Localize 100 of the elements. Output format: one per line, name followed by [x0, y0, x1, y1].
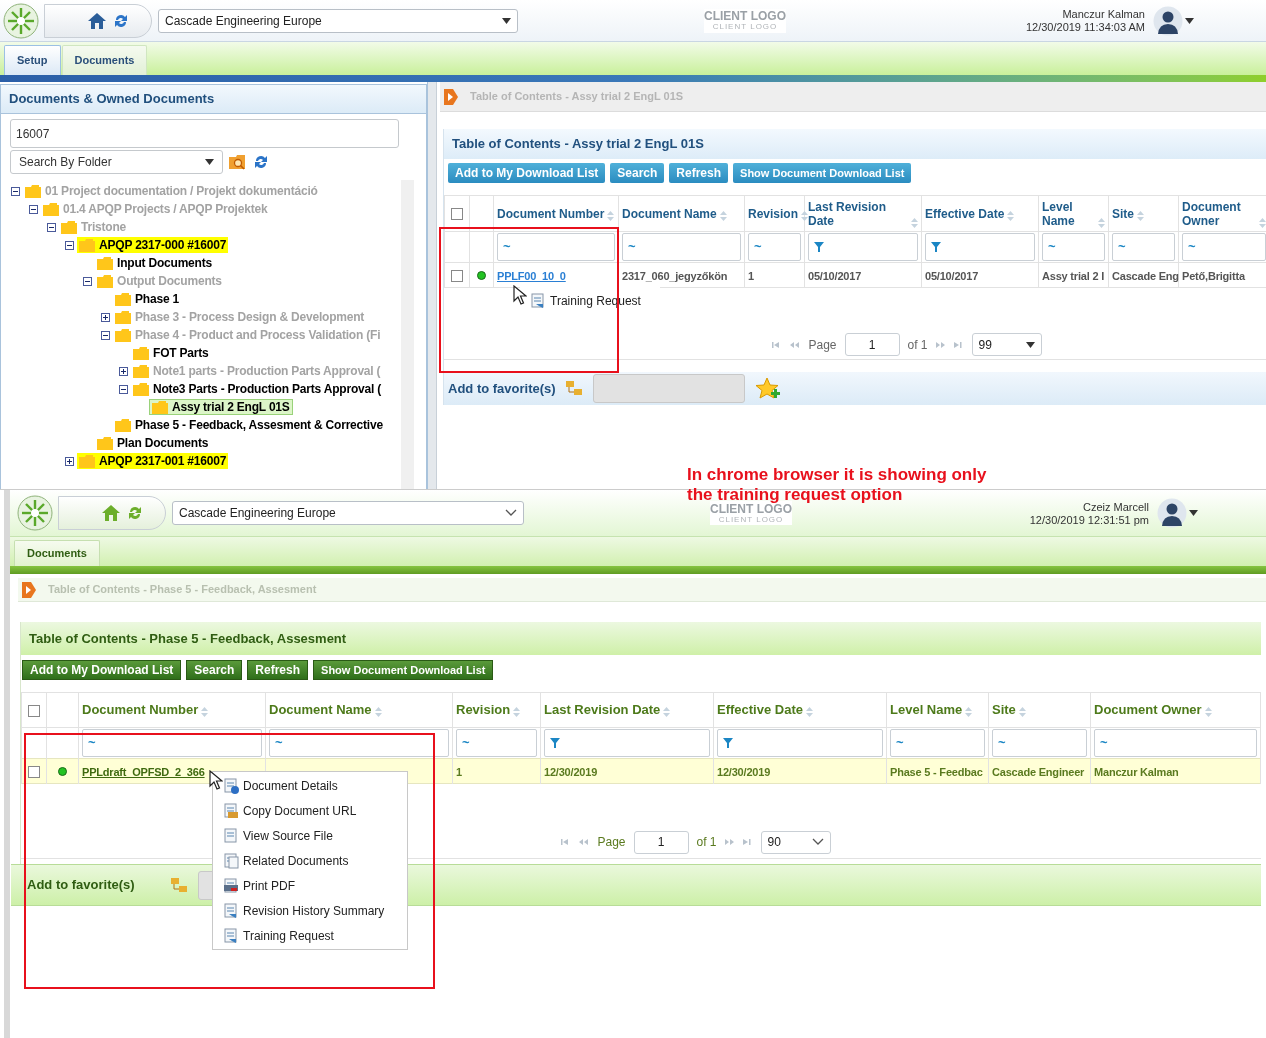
menu-item[interactable]: Print PDF: [213, 873, 407, 898]
filter-field[interactable]: ~: [1094, 729, 1257, 757]
next-page-icon[interactable]: [935, 340, 946, 349]
expand-icon[interactable]: [119, 366, 128, 376]
menu-item[interactable]: View Source File: [213, 823, 407, 848]
expand-icon[interactable]: [101, 312, 110, 322]
search-folder-icon[interactable]: [229, 154, 247, 170]
filter-field[interactable]: [544, 729, 710, 757]
tree-item[interactable]: APQP 2317-000 #16007: [77, 237, 229, 253]
toolbar-button[interactable]: Show Document Download List: [313, 660, 494, 680]
menu-item[interactable]: Copy Document URL: [213, 798, 407, 823]
filter-field[interactable]: ~: [497, 233, 615, 261]
page-size-dropdown[interactable]: 90: [760, 830, 831, 854]
toolbar-button[interactable]: Show Document Download List: [733, 163, 912, 183]
filter-field[interactable]: [925, 233, 1035, 261]
user-avatar-icon[interactable]: [1153, 5, 1183, 36]
search-by-dropdown[interactable]: Search By Folder: [10, 150, 223, 174]
sort-icon[interactable]: [1018, 707, 1026, 717]
star-plus-icon[interactable]: [754, 376, 781, 401]
last-page-icon[interactable]: [742, 838, 753, 846]
sort-icon[interactable]: [1204, 707, 1212, 717]
page-number-field[interactable]: 1: [844, 333, 900, 356]
sort-icon[interactable]: [374, 707, 382, 717]
sort-icon[interactable]: [1098, 217, 1105, 228]
menu-item[interactable]: Related Documents: [213, 848, 407, 873]
tab[interactable]: Documents: [14, 540, 100, 566]
toolbar-button[interactable]: Add to My Download List: [22, 660, 182, 680]
checkbox[interactable]: [28, 765, 40, 778]
column-header[interactable]: Site: [992, 703, 1016, 717]
menu-item[interactable]: Revision History Summary: [213, 898, 407, 923]
sort-icon[interactable]: [1137, 210, 1144, 221]
filter-field[interactable]: ~: [456, 729, 537, 757]
sort-icon[interactable]: [513, 707, 521, 717]
refresh-icon[interactable]: [127, 505, 143, 521]
filter-field[interactable]: ~: [269, 729, 449, 757]
expand-icon[interactable]: [65, 456, 74, 466]
collapse-icon[interactable]: [65, 240, 74, 250]
page-number-field[interactable]: 1: [633, 830, 689, 854]
filter-field[interactable]: [808, 233, 918, 261]
company-dropdown[interactable]: Cascade Engineering Europe: [172, 501, 524, 525]
collapse-icon[interactable]: [83, 276, 92, 286]
sort-icon[interactable]: [607, 210, 615, 221]
scrollbar[interactable]: [4, 490, 10, 1038]
checkbox[interactable]: [28, 704, 40, 717]
sort-icon[interactable]: [1259, 217, 1266, 228]
collapse-icon[interactable]: [101, 330, 110, 340]
sort-icon[interactable]: [965, 707, 973, 717]
sort-icon[interactable]: [663, 707, 671, 717]
column-header[interactable]: Site: [1112, 206, 1134, 221]
page-size-dropdown[interactable]: 99: [971, 333, 1042, 356]
sort-icon[interactable]: [201, 707, 209, 717]
tree-item[interactable]: FOT Parts: [131, 345, 211, 361]
search-field[interactable]: 16007: [10, 119, 399, 148]
tree-item[interactable]: Phase 1: [113, 291, 181, 307]
filter-field[interactable]: ~: [1182, 233, 1266, 261]
logo-icon[interactable]: [3, 2, 39, 39]
sort-icon[interactable]: [1007, 210, 1015, 221]
folder-tree-icon[interactable]: [171, 877, 188, 893]
toolbar-button[interactable]: Refresh: [669, 163, 729, 183]
menu-item[interactable]: Training Request: [213, 923, 407, 948]
toolbar-button[interactable]: Search: [186, 660, 243, 680]
tree-item[interactable]: Note3 Parts - Production Parts Approval (: [131, 381, 384, 397]
tree-item[interactable]: Plan Documents: [95, 435, 211, 451]
document-link[interactable]: PPLF00_10_0: [497, 270, 566, 282]
refresh-icon[interactable]: [113, 12, 129, 29]
collapse-icon[interactable]: [47, 222, 56, 232]
previous-page-icon[interactable]: [579, 838, 590, 846]
filter-field[interactable]: [717, 729, 883, 757]
filter-field[interactable]: ~: [1112, 233, 1175, 261]
home-icon[interactable]: [87, 11, 107, 30]
tab[interactable]: Setup: [4, 45, 61, 75]
favorite-name-field[interactable]: [592, 374, 745, 403]
collapse-icon[interactable]: [119, 384, 128, 394]
splitter[interactable]: [428, 82, 437, 489]
sort-icon[interactable]: [911, 217, 918, 228]
folder-tree-icon[interactable]: [565, 381, 583, 396]
collapse-icon[interactable]: [29, 204, 38, 214]
toolbar-button[interactable]: Search: [610, 163, 665, 183]
previous-page-icon[interactable]: [790, 340, 801, 349]
document-link[interactable]: PPLdraft_OPFSD_2_366: [82, 766, 205, 778]
checkbox[interactable]: [451, 269, 463, 282]
breadcrumb-icon[interactable]: [444, 88, 458, 105]
toolbar-button[interactable]: Refresh: [247, 660, 309, 680]
sort-icon[interactable]: [801, 210, 808, 221]
user-avatar-icon[interactable]: [1157, 498, 1187, 528]
toolbar-button[interactable]: Add to My Download List: [448, 163, 606, 183]
filter-field[interactable]: ~: [82, 729, 262, 757]
filter-field[interactable]: ~: [992, 729, 1087, 757]
tree-item[interactable]: APQP 2317-001 #16007: [77, 453, 229, 469]
scrollbar[interactable]: [401, 180, 414, 489]
sort-icon[interactable]: [719, 210, 727, 221]
tab[interactable]: Documents: [61, 45, 148, 75]
breadcrumb-icon[interactable]: [22, 581, 36, 598]
tree-item[interactable]: Input Documents: [95, 255, 214, 271]
filter-field[interactable]: ~: [890, 729, 985, 757]
checkbox[interactable]: [451, 208, 463, 221]
company-dropdown[interactable]: Cascade Engineering Europe: [158, 8, 518, 33]
tree-item[interactable]: Assy trial 2 EngL 01S: [149, 399, 293, 415]
filter-field[interactable]: ~: [748, 233, 801, 261]
tree-item[interactable]: Phase 5 - Feedback, Assesment & Corrective: [113, 417, 385, 433]
